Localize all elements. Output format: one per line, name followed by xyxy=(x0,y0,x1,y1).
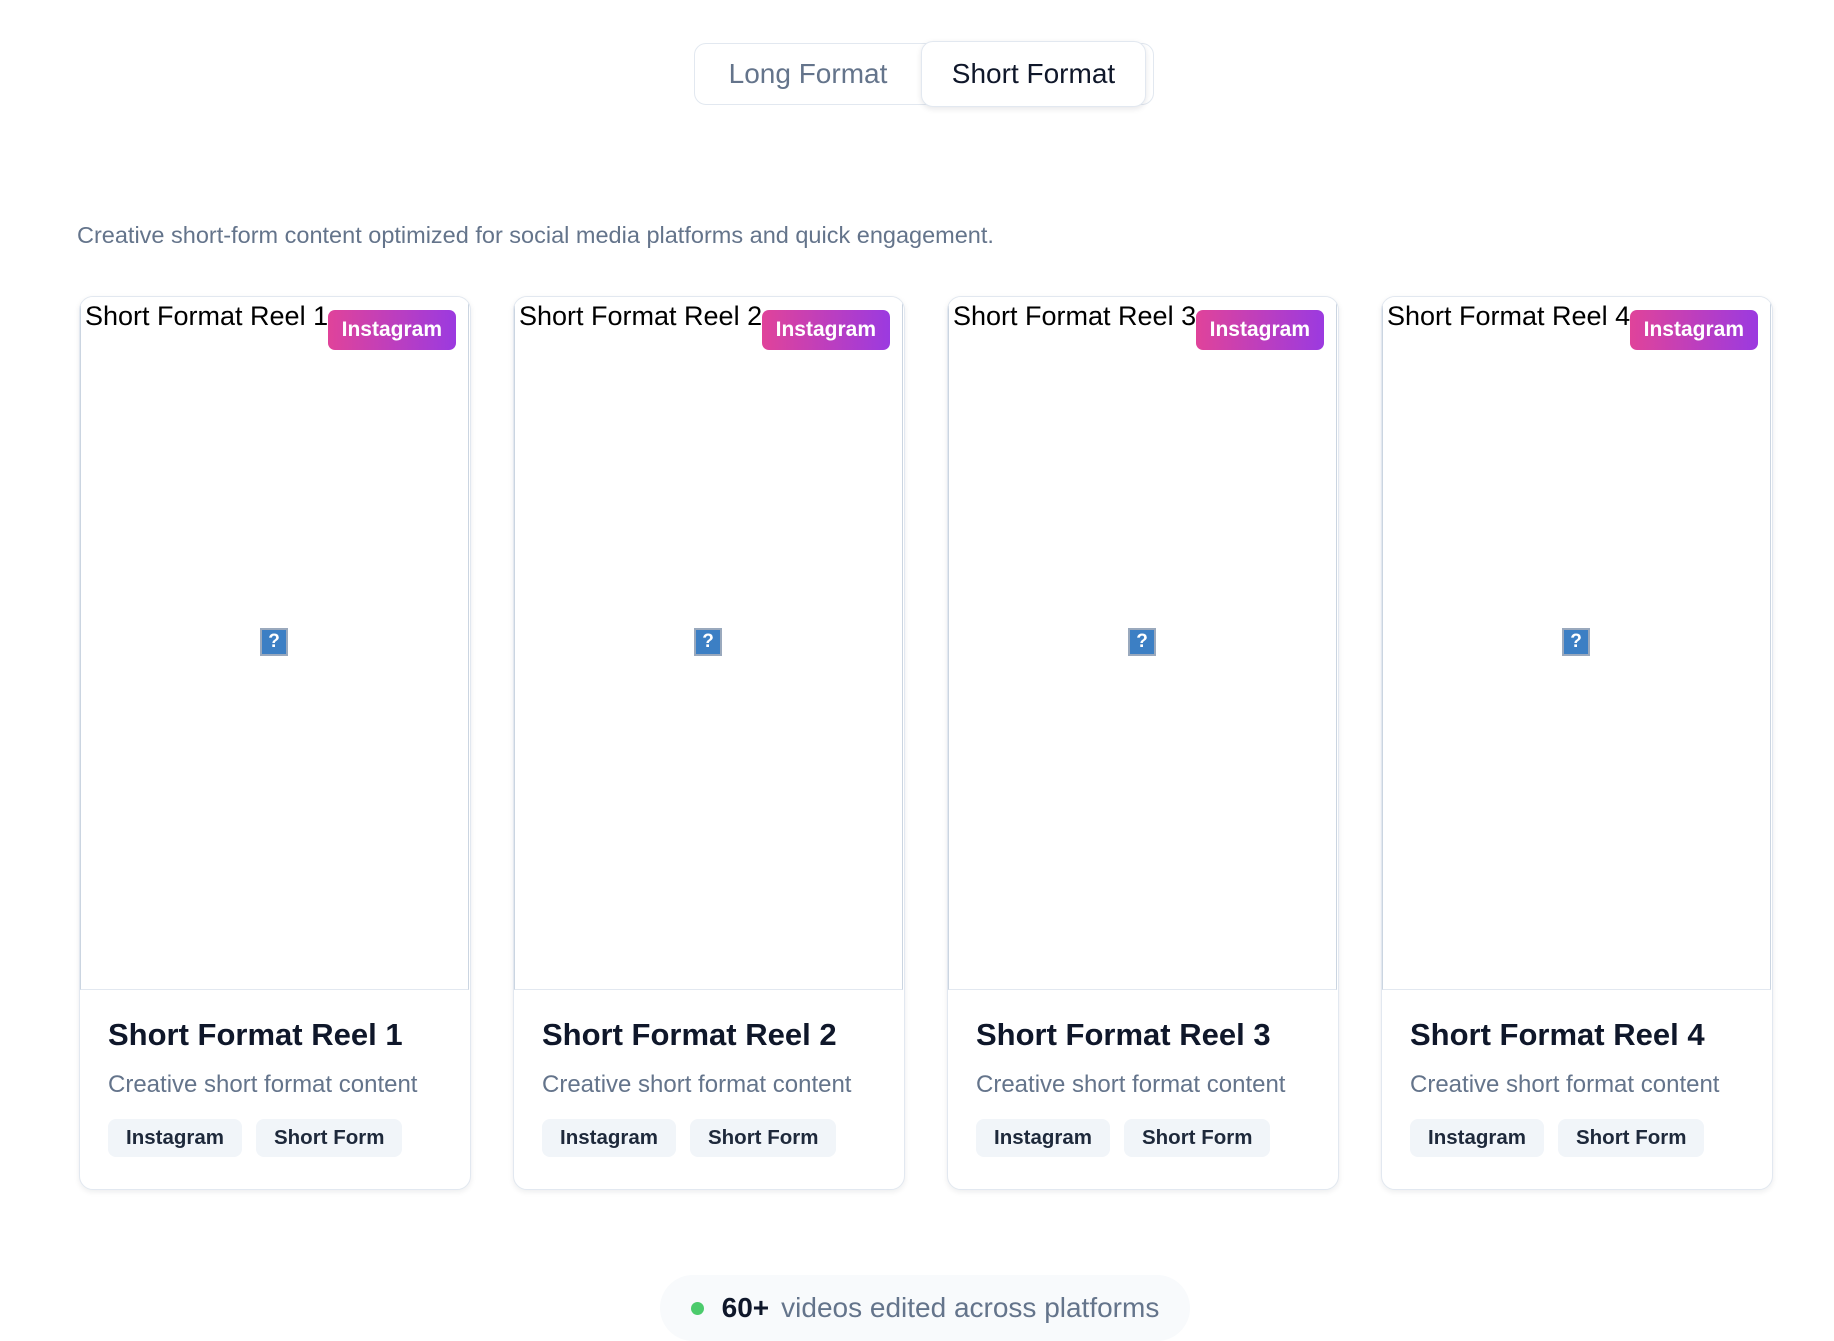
tag: Instagram xyxy=(1410,1119,1544,1157)
card-info: Short Format Reel 1 Creative short forma… xyxy=(108,1017,450,1157)
card-subtitle: Creative short format content xyxy=(542,1071,852,1098)
tag-list: Instagram Short Form xyxy=(976,1119,1318,1157)
card-subtitle: Creative short format content xyxy=(1410,1071,1720,1098)
tag: Short Form xyxy=(689,1119,837,1157)
section-description: Creative short-form content optimized fo… xyxy=(77,222,994,248)
card-subtitle: Creative short format content xyxy=(108,1071,418,1098)
video-thumbnail[interactable]: Short Format Reel 4 Instagram ? xyxy=(1382,297,1771,990)
video-card[interactable]: Short Format Reel 3 Instagram ? Short Fo… xyxy=(947,296,1339,1190)
thumbnail-alt-text: Short Format Reel 3 xyxy=(953,301,1197,331)
status-dot-icon xyxy=(690,1301,704,1315)
broken-image-icon: ? xyxy=(1128,628,1156,656)
tag-list: Instagram Short Form xyxy=(542,1119,884,1157)
thumbnail-alt-text: Short Format Reel 2 xyxy=(519,301,763,331)
card-subtitle: Creative short format content xyxy=(976,1071,1286,1098)
thumbnail-alt-text: Short Format Reel 1 xyxy=(85,301,329,331)
card-info: Short Format Reel 4 Creative short forma… xyxy=(1410,1017,1752,1157)
tag: Short Form xyxy=(255,1119,403,1157)
video-card[interactable]: Short Format Reel 1 Instagram ? Short Fo… xyxy=(79,296,471,1190)
video-thumbnail[interactable]: Short Format Reel 3 Instagram ? xyxy=(948,297,1337,990)
platform-badge: Instagram xyxy=(1195,310,1324,350)
tag: Short Form xyxy=(1123,1119,1271,1157)
tag: Instagram xyxy=(108,1119,242,1157)
tag: Short Form xyxy=(1557,1119,1705,1157)
card-title: Short Format Reel 3 xyxy=(976,1017,1271,1052)
tab-long-format[interactable]: Long Format xyxy=(695,44,921,103)
video-thumbnail[interactable]: Short Format Reel 1 Instagram ? xyxy=(80,297,469,990)
stats-pill: 60+ videos edited across platforms xyxy=(660,1275,1190,1341)
tag-list: Instagram Short Form xyxy=(1410,1119,1752,1157)
card-info: Short Format Reel 3 Creative short forma… xyxy=(976,1017,1318,1157)
broken-image-icon: ? xyxy=(694,628,722,656)
broken-image-icon: ? xyxy=(1562,628,1590,656)
platform-badge: Instagram xyxy=(761,310,890,350)
thumbnail-alt-text: Short Format Reel 4 xyxy=(1387,301,1631,331)
card-title: Short Format Reel 2 xyxy=(542,1017,837,1052)
stats-text: videos edited across platforms xyxy=(781,1292,1160,1323)
stats-count: 60+ xyxy=(721,1292,770,1323)
tag-list: Instagram Short Form xyxy=(108,1119,450,1157)
card-title: Short Format Reel 1 xyxy=(108,1017,403,1052)
video-card[interactable]: Short Format Reel 4 Instagram ? Short Fo… xyxy=(1381,296,1773,1190)
tag: Instagram xyxy=(976,1119,1110,1157)
tab-short-format[interactable]: Short Format xyxy=(921,41,1146,107)
card-title: Short Format Reel 4 xyxy=(1410,1017,1705,1052)
tag: Instagram xyxy=(542,1119,676,1157)
video-thumbnail[interactable]: Short Format Reel 2 Instagram ? xyxy=(514,297,903,990)
broken-image-icon: ? xyxy=(260,628,288,656)
platform-badge: Instagram xyxy=(1629,310,1758,350)
format-toggle: Long Format Short Format xyxy=(694,41,1154,107)
platform-badge: Instagram xyxy=(327,310,456,350)
card-info: Short Format Reel 2 Creative short forma… xyxy=(542,1017,884,1157)
video-card[interactable]: Short Format Reel 2 Instagram ? Short Fo… xyxy=(513,296,905,1190)
